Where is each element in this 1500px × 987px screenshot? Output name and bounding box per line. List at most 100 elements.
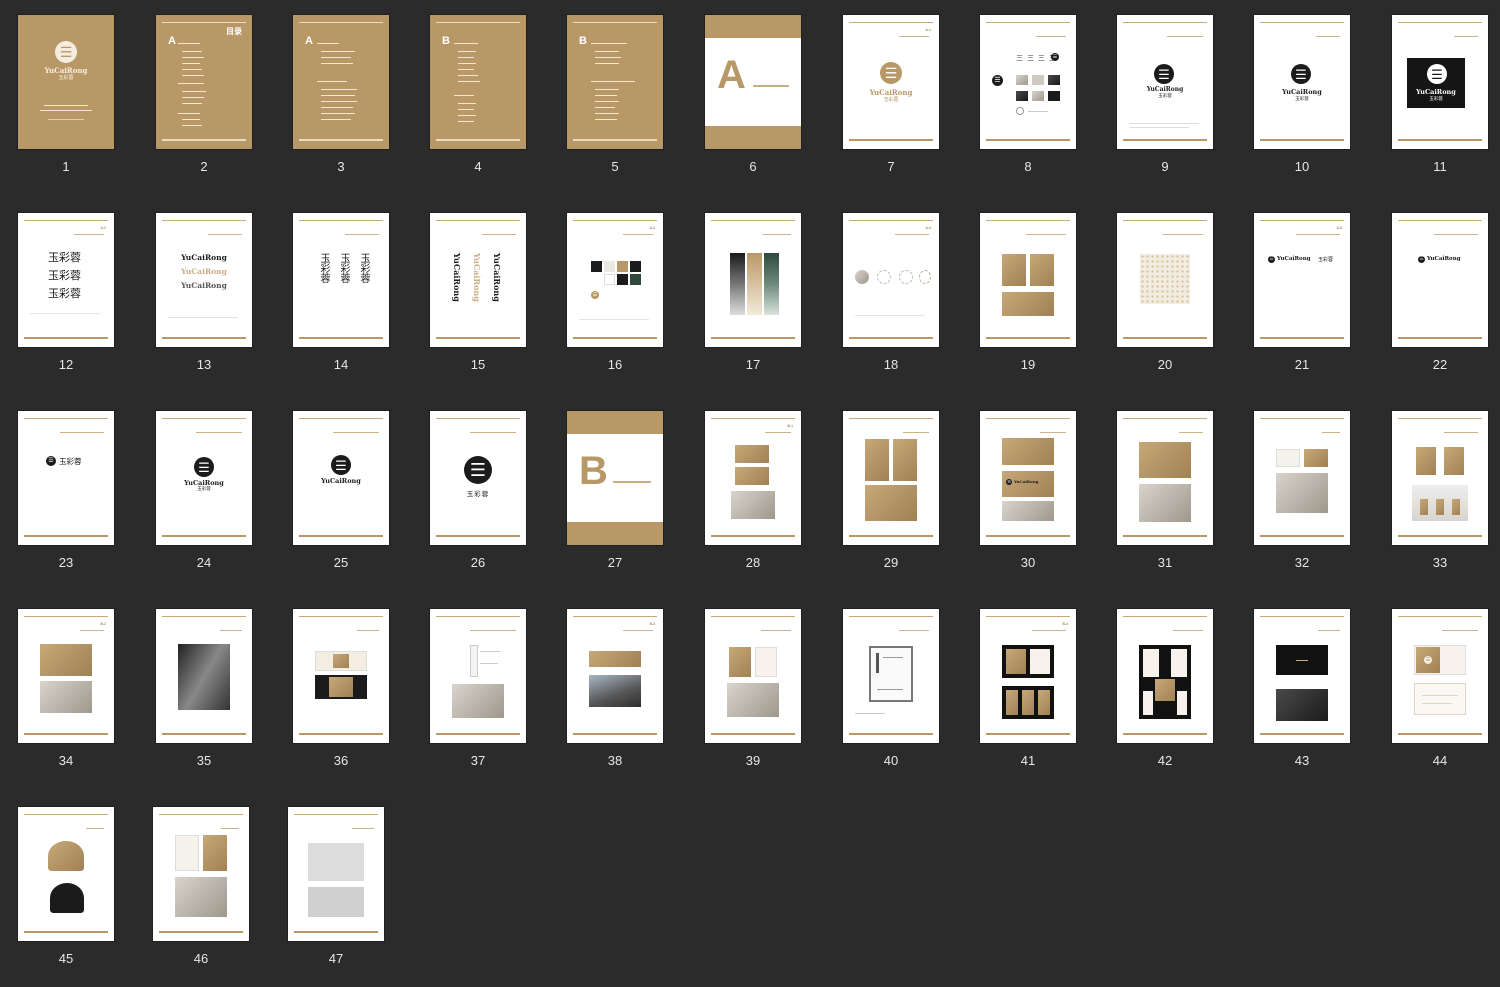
page-thumbnail-7[interactable]: A-1 ☰ YuCaiRong 玉彩蓉 7	[843, 15, 939, 195]
page-thumbnail-1[interactable]: ☰ YuCaiRong 玉彩蓉 1	[18, 15, 114, 195]
page-thumbnail-10[interactable]: ☰ YuCaiRong 玉彩蓉 10	[1254, 15, 1350, 195]
section-letter: A	[305, 35, 313, 47]
page-number: 46	[193, 951, 209, 966]
page-number: 6	[749, 159, 757, 174]
page-number: 28	[745, 555, 761, 570]
page-thumbnail-42[interactable]: 42	[1117, 609, 1213, 789]
page-number: 16	[607, 357, 623, 372]
page-thumbnail-4[interactable]: B 4	[430, 15, 526, 195]
page-thumbnail-6[interactable]: A 6	[705, 15, 801, 195]
page-thumbnail-38[interactable]: B-3 38	[567, 609, 663, 789]
page-thumbnail-39[interactable]: 39	[705, 609, 801, 789]
page-thumbnail-46[interactable]: 46	[153, 807, 249, 987]
page-thumbnail-15[interactable]: YuCaiRong YuCaiRong YuCaiRong 15	[430, 213, 526, 393]
page-thumbnail-14[interactable]: 玉彩蓉 玉彩蓉 玉彩蓉 14	[293, 213, 389, 393]
page-thumbnail-16[interactable]: A-3 ☰ 16	[567, 213, 663, 393]
page-number: 30	[1020, 555, 1036, 570]
brand-logo-icon: ☰	[1418, 256, 1425, 263]
page-thumbnail-24[interactable]: ☰ YuCaiRong 玉彩蓉 24	[156, 411, 252, 591]
brand-logo-icon: ☰	[1268, 256, 1275, 263]
page-number: 11	[1433, 159, 1447, 174]
page-number: 13	[196, 357, 212, 372]
page-number: 47	[328, 951, 344, 966]
page-thumbnail-30[interactable]: ☰ YuCaiRong 30	[980, 411, 1076, 591]
page-number: 3	[337, 159, 345, 174]
page-thumbnail-22[interactable]: ☰ YuCaiRong 22	[1392, 213, 1488, 393]
page-number: 37	[470, 753, 486, 768]
page-thumbnail-27[interactable]: B 27	[567, 411, 663, 591]
page-thumbnail-17[interactable]: 17	[705, 213, 801, 393]
page-number: 38	[607, 753, 623, 768]
page-thumbnail-28[interactable]: B-1 28	[705, 411, 801, 591]
page-thumbnail-43[interactable]: 43	[1254, 609, 1350, 789]
page-number: 24	[196, 555, 212, 570]
page-number: 36	[333, 753, 349, 768]
page-number: 12	[58, 357, 74, 372]
page-thumbnail-13[interactable]: YuCaiRong YuCaiRong YuCaiRong 13	[156, 213, 252, 393]
page-thumbnail-26[interactable]: ☰ 玉彩蓉 26	[430, 411, 526, 591]
page-thumbnail-25[interactable]: ☰ YuCaiRong 25	[293, 411, 389, 591]
page-thumbnail-34[interactable]: B-2 34	[18, 609, 114, 789]
page-number: 26	[470, 555, 486, 570]
cover-page: ☰ YuCaiRong 玉彩蓉	[18, 15, 114, 149]
page-number: 29	[883, 555, 899, 570]
page-thumbnail-40[interactable]: 40	[843, 609, 939, 789]
page-thumbnail-35[interactable]: 35	[156, 609, 252, 789]
page-thumbnail-grid: ☰ YuCaiRong 玉彩蓉 1 A 目录 2 A 3 B 4 B 5 A 6…	[0, 0, 1500, 966]
page-thumbnail-37[interactable]: 37	[430, 609, 526, 789]
page-thumbnail-29[interactable]: 29	[843, 411, 939, 591]
page-number: 21	[1294, 357, 1310, 372]
page-thumbnail-47[interactable]: 47	[288, 807, 384, 987]
page-thumbnail-11[interactable]: ☰ YuCaiRong 玉彩蓉 11	[1392, 15, 1488, 195]
page-number: 15	[470, 357, 486, 372]
section-divider-page: A	[705, 15, 801, 149]
page-thumbnail-3[interactable]: A 3	[293, 15, 389, 195]
page-thumbnail-20[interactable]: 20	[1117, 213, 1213, 393]
page-thumbnail-12[interactable]: A-2 玉彩蓉 玉彩蓉 玉彩蓉 12	[18, 213, 114, 393]
page-number: 42	[1157, 753, 1173, 768]
page-number: 10	[1294, 159, 1310, 174]
page-thumbnail-32[interactable]: 32	[1254, 411, 1350, 591]
page-number: 35	[196, 753, 212, 768]
page-thumbnail-31[interactable]: 31	[1117, 411, 1213, 591]
page-number: 20	[1157, 357, 1173, 372]
page-thumbnail-23[interactable]: ☰ 玉彩蓉 23	[18, 411, 114, 591]
brand-logo-icon: ☰	[1427, 64, 1447, 84]
section-letter: B	[579, 449, 608, 493]
page-thumbnail-8[interactable]: 三 三 三 三 ☰ ☰ 8	[980, 15, 1076, 195]
section-letter: A	[717, 53, 746, 97]
page-thumbnail-33[interactable]: 33	[1392, 411, 1488, 591]
page-thumbnail-18[interactable]: A-4 18	[843, 213, 939, 393]
page-number: 40	[883, 753, 899, 768]
brand-logo-icon: ☰	[1424, 656, 1432, 664]
page-thumbnail-2[interactable]: A 目录 2	[156, 15, 252, 195]
page-number: 32	[1294, 555, 1310, 570]
page-thumbnail-45[interactable]: 45	[18, 807, 114, 987]
page-number: 5	[611, 159, 619, 174]
page-thumbnail-44[interactable]: ☰ 44	[1392, 609, 1488, 789]
page-thumbnail-9[interactable]: ☰ YuCaiRong 玉彩蓉 9	[1117, 15, 1213, 195]
page-number: 22	[1432, 357, 1448, 372]
page-number: 27	[607, 555, 623, 570]
page-number: 43	[1294, 753, 1310, 768]
page-number: 33	[1432, 555, 1448, 570]
brand-logo-icon: ☰	[46, 456, 56, 466]
section-letter: B	[442, 35, 450, 47]
section-letter: A	[168, 35, 176, 47]
page-thumbnail-21[interactable]: A-5 ☰ YuCaiRong 玉彩蓉 21	[1254, 213, 1350, 393]
page-number: 1	[62, 159, 70, 174]
page-thumbnail-5[interactable]: B 5	[567, 15, 663, 195]
page-number: 23	[58, 555, 74, 570]
page-thumbnail-19[interactable]: 19	[980, 213, 1076, 393]
page-number: 8	[1024, 159, 1032, 174]
page-number: 31	[1157, 555, 1173, 570]
page-number: 44	[1432, 753, 1448, 768]
page-thumbnail-41[interactable]: B-4 41	[980, 609, 1076, 789]
brand-logo-icon: ☰	[1291, 64, 1311, 84]
brand-logo-icon: ☰	[591, 291, 599, 299]
page-number: 9	[1161, 159, 1169, 174]
page-thumbnail-36[interactable]: 36	[293, 609, 389, 789]
page-number: 39	[745, 753, 761, 768]
brand-logo-icon: ☰	[194, 457, 214, 477]
section-letter: B	[579, 35, 587, 47]
